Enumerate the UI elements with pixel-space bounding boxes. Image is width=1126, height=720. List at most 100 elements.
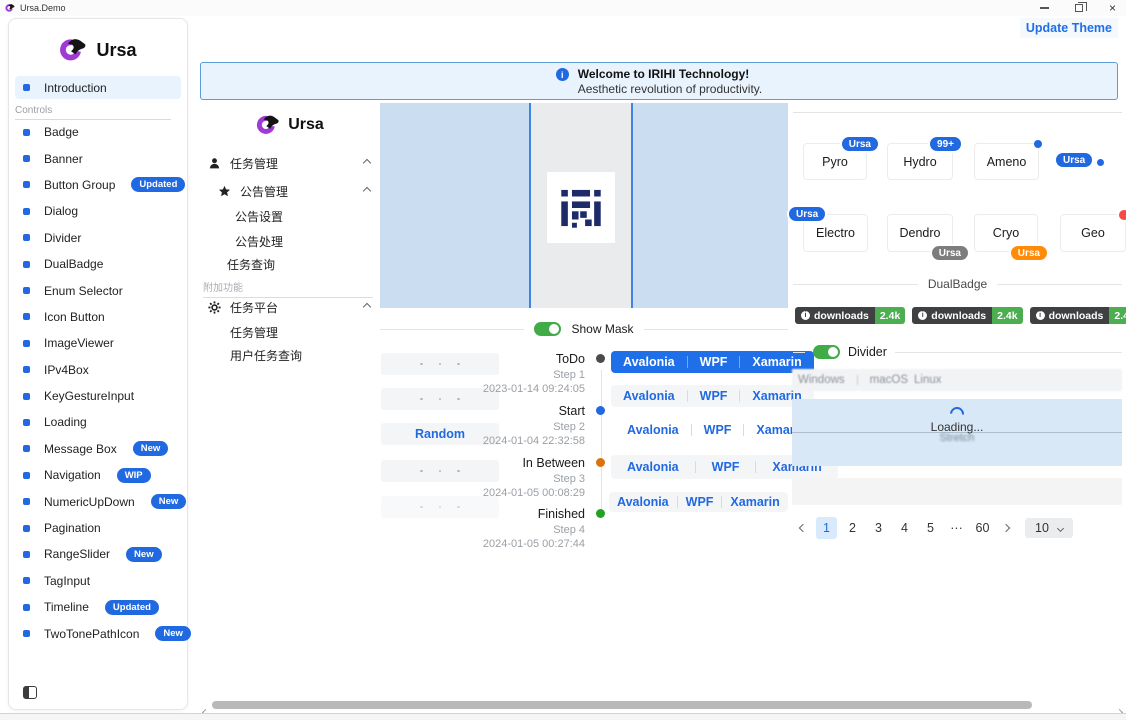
sidebar: Ursa Introduction Controls Badge Banner … [8,18,188,710]
timeline-date: 2024-01-04 22:32:58 [455,435,585,447]
sidebar-item-numericupdown[interactable]: NumericUpDownNew [9,488,187,514]
nav-item-task-management-sub[interactable]: 任务管理 [200,320,380,344]
bullet-icon [23,84,30,91]
group-button-avalonia[interactable]: Avalonia [611,455,695,479]
sidebar-item-dualbadge[interactable]: DualBadge [9,251,187,277]
group-button-wpf[interactable]: WPF [678,492,722,512]
irihi-logo [547,172,615,243]
close-icon[interactable]: × [1109,3,1116,13]
dualbadge-key: downloads [1049,310,1104,322]
page-button-2[interactable]: 2 [842,517,863,539]
sidebar-item-pagination[interactable]: Pagination [9,515,187,541]
nav-item-task-management[interactable]: 任务管理 [200,151,380,175]
timeline-step-label: Step 1 [455,369,585,381]
bullet-icon [23,155,30,162]
nav-item-announcement-management[interactable]: 公告管理 [200,179,380,203]
page-button-3[interactable]: 3 [868,517,889,539]
sidebar-item-label: Introduction [44,81,107,95]
nav-item-announcement-processing[interactable]: 公告处理 [200,229,380,253]
scrollbar-thumb[interactable] [212,701,1032,709]
loading-dot [420,470,423,473]
sidebar-item-taginput[interactable]: TagInput [9,568,187,594]
os-linux-label: Linux [914,374,942,386]
dualbadge: idownloads2.4k [1030,307,1126,324]
sidebar-item-divider[interactable]: Divider [9,225,187,251]
group-button-avalonia[interactable]: Avalonia [609,492,677,512]
loading-dot [439,363,442,366]
sidebar-item-button-group[interactable]: Button GroupUpdated [9,172,187,198]
update-theme-button[interactable]: Update Theme [1020,18,1118,38]
page-button-4[interactable]: 4 [894,517,915,539]
timeline-date: 2023-01-14 09:24:05 [455,383,585,395]
nav-item-task-query[interactable]: 任务查询 [200,252,380,276]
loading-dot [439,470,442,473]
ursa-badge: Ursa [787,205,827,223]
show-mask-label: Show Mask [571,322,633,336]
group-button-avalonia[interactable]: Avalonia [611,351,687,373]
sidebar-item-twotonepathicon[interactable]: TwoTonePathIconNew [9,620,187,646]
sidebar-collapse-icon[interactable] [23,686,37,699]
button-group-borderless: Avalonia WPF Xamarin [615,419,818,441]
sidebar-item-banner[interactable]: Banner [9,145,187,171]
timeline-connector [601,370,603,515]
bullet-icon [23,129,30,136]
timeline-title: Finished [455,507,585,521]
nav-item-label: 任务平台 [230,299,278,316]
ursa-badge: Ursa [840,135,880,153]
group-button-xamarin[interactable]: Xamarin [722,492,787,512]
sidebar-item-label: Loading [44,415,87,429]
sidebar-item-loading[interactable]: Loading [9,409,187,435]
nav-item-task-platform[interactable]: 任务平台 [200,295,380,319]
sidebar-item-icon-button[interactable]: Icon Button [9,304,187,330]
page-prev-icon[interactable] [795,517,811,539]
chevron-up-icon[interactable] [363,159,371,167]
sidebar-item-navigation[interactable]: NavigationWIP [9,462,187,488]
loading-dot [420,363,423,366]
ursa-logo-icon [256,114,280,136]
group-button-avalonia[interactable]: Avalonia [611,385,687,407]
show-mask-toggle[interactable] [534,322,561,336]
chevron-up-icon[interactable] [363,303,371,311]
card-label: Hydro [903,155,936,169]
chevron-up-icon[interactable] [363,187,371,195]
status-badge: New [133,441,169,456]
page-size-select[interactable]: 10 [1025,518,1073,538]
button-group-solid: Avalonia WPF Xamarin [611,351,814,373]
sidebar-item-badge[interactable]: Badge [9,119,187,145]
dualbadge-value: 2.4k [875,307,905,324]
horizontal-scrollbar[interactable] [200,700,1126,711]
group-button-wpf[interactable]: WPF [692,419,744,441]
page-next-icon[interactable] [998,517,1014,539]
sidebar-item-rangeslider[interactable]: RangeSliderNew [9,541,187,567]
page-button-1[interactable]: 1 [816,517,837,539]
sidebar-item-message-box[interactable]: Message BoxNew [9,436,187,462]
loading-dot [439,506,442,509]
group-button-wpf[interactable]: WPF [696,455,756,479]
group-button-wpf[interactable]: WPF [688,385,740,407]
minimize-icon[interactable] [1040,7,1049,8]
sidebar-item-timeline[interactable]: TimelineUpdated [9,594,187,620]
divider-toggle[interactable] [813,345,840,359]
page-button-5[interactable]: 5 [920,517,941,539]
sidebar-logo: Ursa [9,33,187,67]
sidebar-item-enum-selector[interactable]: Enum Selector [9,277,187,303]
status-badge: New [155,626,191,641]
sidebar-item-label: Divider [44,231,81,245]
nav-item-user-task-query[interactable]: 用户任务查询 [200,343,380,367]
restore-icon[interactable] [1075,4,1083,12]
page-button-60[interactable]: 60 [972,517,993,539]
group-button-avalonia[interactable]: Avalonia [615,419,691,441]
sidebar-item-imageviewer[interactable]: ImageViewer [9,330,187,356]
sidebar-item-dialog[interactable]: Dialog [9,198,187,224]
page-ellipsis[interactable]: ··· [946,517,967,539]
sidebar-item-label: Timeline [44,600,89,614]
window-bottom-edge [0,713,1126,720]
sidebar-item-ipv4box[interactable]: IPv4Box [9,357,187,383]
nav-item-announcement-settings[interactable]: 公告设置 [200,204,380,228]
sidebar-item-keygestureinput[interactable]: KeyGestureInput [9,383,187,409]
info-icon: i [1036,311,1045,320]
sidebar-item-introduction[interactable]: Introduction [15,76,181,99]
group-button-wpf[interactable]: WPF [688,351,740,373]
image-viewer[interactable] [380,103,788,308]
card-label: Pyro [822,155,848,169]
